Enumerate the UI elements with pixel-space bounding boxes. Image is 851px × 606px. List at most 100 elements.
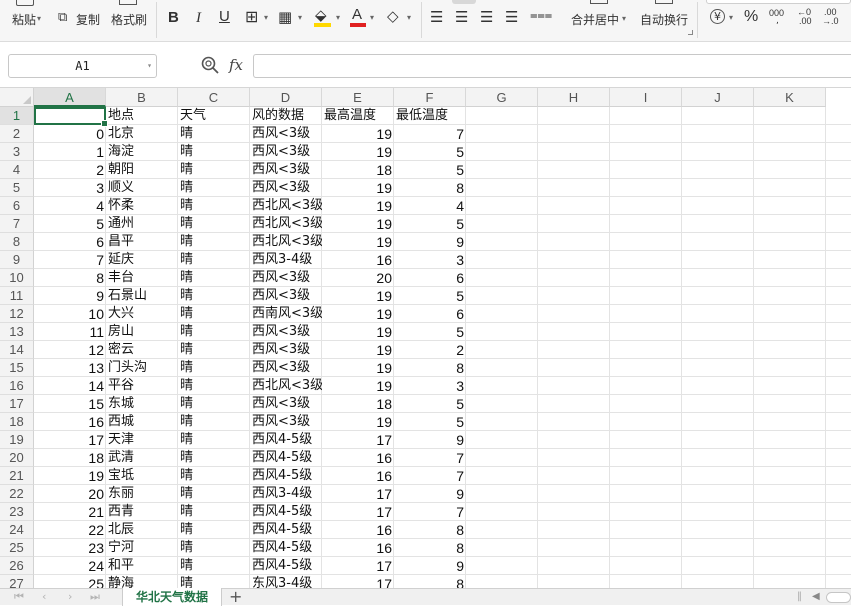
table-cell[interactable]: 晴 xyxy=(178,341,250,359)
table-cell[interactable]: 门头沟 xyxy=(106,359,178,377)
horizontal-scrollbar-thumb[interactable] xyxy=(826,592,851,603)
header-cell[interactable]: 最低温度 xyxy=(394,107,466,125)
table-cell[interactable]: 24 xyxy=(34,557,106,575)
header-cell[interactable]: 最高温度 xyxy=(322,107,394,125)
table-cell[interactable]: 静海 xyxy=(106,575,178,588)
table-cell[interactable]: 4 xyxy=(394,197,466,215)
row-header[interactable]: 3 xyxy=(0,143,34,161)
distributed-align-icon[interactable]: ⩶ xyxy=(530,8,552,24)
table-cell[interactable]: 12 xyxy=(34,341,106,359)
row-header[interactable]: 21 xyxy=(0,467,34,485)
table-cell[interactable]: 晴 xyxy=(178,125,250,143)
table-cell[interactable]: 5 xyxy=(394,287,466,305)
table-cell[interactable]: 7 xyxy=(394,125,466,143)
table-cell[interactable]: 19 xyxy=(322,377,394,395)
row-header[interactable]: 24 xyxy=(0,521,34,539)
table-cell[interactable]: 西风<3级 xyxy=(250,125,322,143)
merge-center-dropdown-icon[interactable]: ▾ xyxy=(622,14,626,23)
table-cell[interactable]: 0 xyxy=(34,125,106,143)
table-cell[interactable]: 17 xyxy=(322,503,394,521)
table-cell[interactable]: 22 xyxy=(34,521,106,539)
row-header[interactable]: 4 xyxy=(0,161,34,179)
table-cell[interactable]: 西北风<3级 xyxy=(250,215,322,233)
align-right-icon[interactable]: ☰ xyxy=(480,9,493,25)
table-cell[interactable]: 7 xyxy=(394,467,466,485)
row-header[interactable]: 23 xyxy=(0,503,34,521)
table-cell[interactable]: 晴 xyxy=(178,485,250,503)
table-cell[interactable]: 晴 xyxy=(178,233,250,251)
table-cell[interactable]: 西风3-4级 xyxy=(250,485,322,503)
table-cell[interactable]: 晴 xyxy=(178,269,250,287)
column-header-d[interactable]: D xyxy=(250,88,322,107)
table-cell[interactable]: 西风4-5级 xyxy=(250,449,322,467)
table-cell[interactable]: 5 xyxy=(394,395,466,413)
copy-button[interactable]: 复制 xyxy=(76,11,100,28)
table-cell[interactable]: 17 xyxy=(322,431,394,449)
next-sheet-icon[interactable]: › xyxy=(68,589,72,605)
paste-dropdown-icon[interactable]: ▾ xyxy=(37,14,41,23)
table-cell[interactable]: 7 xyxy=(394,449,466,467)
table-cell[interactable]: 晴 xyxy=(178,539,250,557)
row-header[interactable]: 15 xyxy=(0,359,34,377)
table-cell[interactable]: 5 xyxy=(394,143,466,161)
row-header[interactable]: 1 xyxy=(0,107,34,125)
table-cell[interactable]: 武清 xyxy=(106,449,178,467)
align-center-icon[interactable]: ☰ xyxy=(455,9,468,25)
table-cell[interactable]: 8 xyxy=(34,269,106,287)
row-header[interactable]: 14 xyxy=(0,341,34,359)
borders-dropdown-icon[interactable]: ▾ xyxy=(264,13,268,22)
font-color-button[interactable]: A xyxy=(352,7,362,23)
table-cell[interactable]: 石景山 xyxy=(106,287,178,305)
table-cell[interactable]: 晴 xyxy=(178,197,250,215)
column-header-j[interactable]: J xyxy=(682,88,754,107)
cell-area[interactable]: 地点 天气 风的数据 最高温度 最低温度 0 北京晴西风<3级 19 7 1 海淀晴西风<3级 19 5… xyxy=(34,107,851,588)
table-cell[interactable]: 3 xyxy=(394,377,466,395)
table-cell[interactable]: 怀柔 xyxy=(106,197,178,215)
table-cell[interactable]: 宝坻 xyxy=(106,467,178,485)
italic-button[interactable]: I xyxy=(196,10,201,26)
table-cell[interactable]: 北京 xyxy=(106,125,178,143)
table-cell[interactable]: 西北风<3级 xyxy=(250,377,322,395)
table-cell[interactable]: 延庆 xyxy=(106,251,178,269)
table-cell[interactable]: 西风<3级 xyxy=(250,341,322,359)
column-header-h[interactable]: H xyxy=(538,88,610,107)
table-cell[interactable]: 8 xyxy=(394,359,466,377)
alignment-settings-icon[interactable] xyxy=(688,30,693,35)
table-cell[interactable]: 晴 xyxy=(178,323,250,341)
wrap-text-icon[interactable] xyxy=(655,0,673,4)
table-cell[interactable]: 16 xyxy=(322,539,394,557)
column-header-b[interactable]: B xyxy=(106,88,178,107)
table-cell[interactable]: 19 xyxy=(322,197,394,215)
fill-color-icon[interactable]: ⬙ xyxy=(315,7,327,23)
table-cell[interactable]: 5 xyxy=(394,215,466,233)
table-cell[interactable]: 8 xyxy=(394,521,466,539)
table-cell[interactable]: 晴 xyxy=(178,359,250,377)
table-cell[interactable]: 大兴 xyxy=(106,305,178,323)
header-cell[interactable]: 风的数据 xyxy=(250,107,322,125)
table-cell[interactable]: 西风4-5级 xyxy=(250,503,322,521)
table-cell[interactable]: 9 xyxy=(394,431,466,449)
table-cell[interactable]: 19 xyxy=(322,413,394,431)
prev-sheet-icon[interactable]: ‹ xyxy=(42,589,46,605)
table-cell[interactable]: 16 xyxy=(322,251,394,269)
row-header[interactable]: 7 xyxy=(0,215,34,233)
table-cell[interactable]: 20 xyxy=(322,269,394,287)
row-header[interactable]: 11 xyxy=(0,287,34,305)
table-cell[interactable]: 晴 xyxy=(178,503,250,521)
column-header-e[interactable]: E xyxy=(322,88,394,107)
table-cell[interactable]: 5 xyxy=(394,413,466,431)
table-cell[interactable]: 9 xyxy=(394,233,466,251)
table-cell[interactable]: 16 xyxy=(322,521,394,539)
table-cell[interactable]: 丰台 xyxy=(106,269,178,287)
column-header-i[interactable]: I xyxy=(610,88,682,107)
table-cell[interactable]: 北辰 xyxy=(106,521,178,539)
table-cell[interactable]: 西风4-5级 xyxy=(250,467,322,485)
row-header[interactable]: 9 xyxy=(0,251,34,269)
table-cell[interactable]: 东丽 xyxy=(106,485,178,503)
table-cell[interactable]: 西风<3级 xyxy=(250,413,322,431)
table-cell[interactable]: 10 xyxy=(34,305,106,323)
row-header[interactable]: 13 xyxy=(0,323,34,341)
table-cell[interactable]: 23 xyxy=(34,539,106,557)
fill-color-dropdown-icon[interactable]: ▾ xyxy=(336,13,340,22)
formula-input[interactable] xyxy=(253,54,851,78)
